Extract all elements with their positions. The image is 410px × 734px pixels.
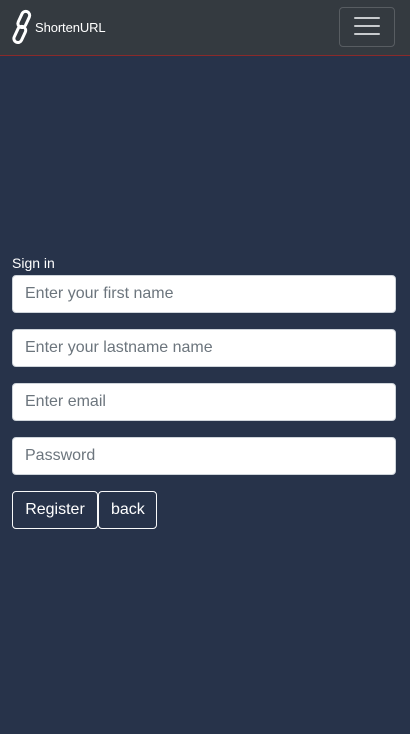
register-button[interactable]: Register xyxy=(12,491,98,529)
email-input[interactable] xyxy=(12,383,396,421)
navbar-toggler-button[interactable] xyxy=(339,7,395,47)
form-title: Sign in xyxy=(12,255,55,271)
brand-name: ShortenURL xyxy=(35,19,106,35)
brand-link[interactable]: ShortenURL xyxy=(12,9,106,45)
first-name-input[interactable] xyxy=(12,275,396,313)
password-input[interactable] xyxy=(12,437,396,475)
top-navbar: ShortenURL xyxy=(0,0,410,56)
link-chain-icon xyxy=(12,9,34,45)
last-name-input[interactable] xyxy=(12,329,396,367)
hamburger-menu-icon xyxy=(354,15,380,40)
back-button[interactable]: back xyxy=(98,491,157,529)
